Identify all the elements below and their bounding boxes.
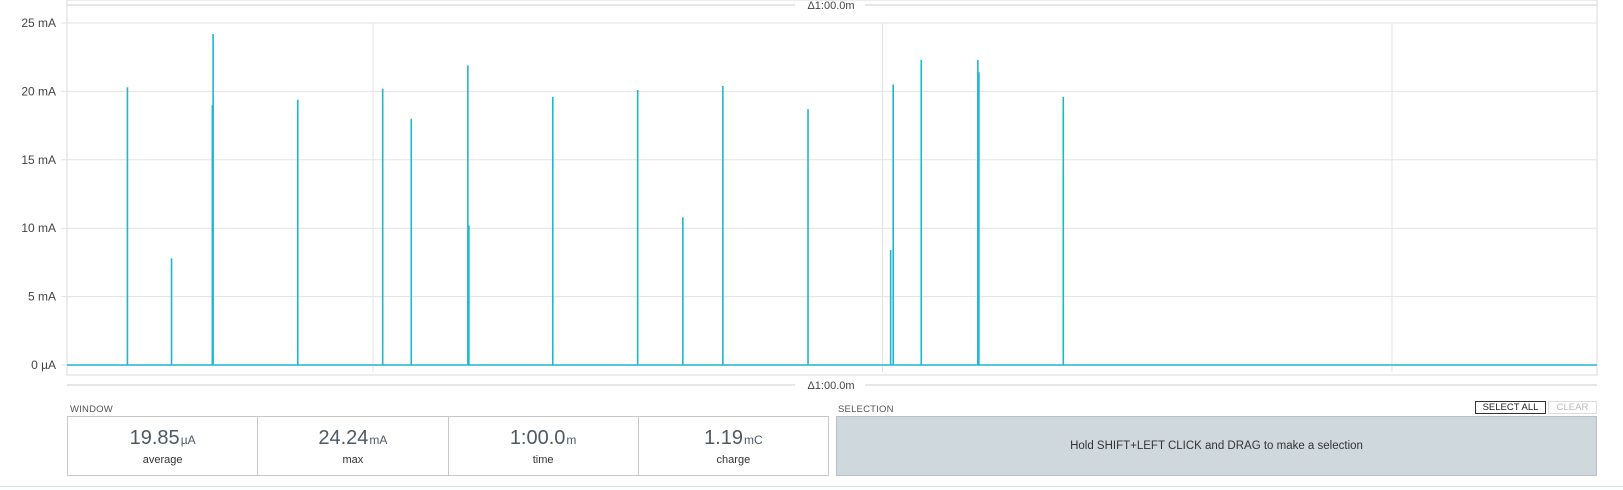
stat-max-label: max	[342, 453, 364, 466]
stat-average-unit: µA	[180, 432, 196, 447]
y-tick-label: 25 mA	[21, 16, 56, 30]
y-axis: 0 µA 5 mA 10 mA 15 mA 20 mA 25 mA	[21, 16, 56, 372]
current-chart[interactable]: 0 µA5 mA10 mA15 mA20 mA25 mA Δ1:00.0mΔ1:…	[0, 0, 1623, 395]
current-trace	[67, 33, 1597, 366]
time-window-bottom-label: Δ1:00.0m	[807, 380, 854, 392]
plot-frame	[66, 0, 1598, 376]
select-all-button[interactable]: SELECT ALL	[1475, 401, 1546, 414]
selection-area[interactable]: Hold SHIFT+LEFT CLICK and DRAG to make a…	[836, 416, 1597, 476]
y-tick-label: 5 mA	[28, 290, 56, 304]
power-profiler-view: 0 µA 5 mA 10 mA 15 mA 20 mA 25 mA Δ1:00.0m Δ1:…	[0, 0, 1623, 490]
time-window-top-label: Δ1:00.0m	[807, 0, 854, 12]
stat-charge-label: charge	[716, 453, 751, 466]
stat-time: 1:00.0 m time	[449, 417, 639, 475]
selection-label: SELECTION	[838, 404, 894, 415]
y-tick-label: 0 µA	[31, 358, 56, 372]
stat-max-unit: mA	[369, 432, 388, 447]
window-label: WINDOW	[70, 404, 113, 415]
stat-charge: 1.19 mC charge	[639, 417, 828, 475]
stat-average-value: 19.85	[129, 426, 180, 449]
bottom-divider	[0, 486, 1623, 487]
stat-max: 24.24 mA max	[258, 417, 449, 475]
stat-average: 19.85 µA average	[68, 417, 259, 475]
time-window-indicators: Δ1:00.0m Δ1:00.0m	[67, 0, 1597, 392]
clear-button[interactable]: CLEAR	[1548, 401, 1597, 414]
stat-time-label: time	[532, 453, 554, 466]
stat-charge-value: 1.19	[704, 426, 743, 449]
stat-charge-unit: mC	[744, 432, 763, 447]
chart-grid	[61, 0, 1598, 376]
selection-hint: Hold SHIFT+LEFT CLICK and DRAG to make a…	[1070, 440, 1363, 452]
stat-time-unit: m	[566, 432, 577, 447]
y-tick-label: 10 mA	[21, 221, 56, 235]
y-tick-label: 20 mA	[21, 84, 56, 98]
window-stats: 19.85 µA average 24.24 mA max 1:00.0 m t…	[67, 416, 829, 476]
stat-time-value: 1:00.0	[509, 426, 566, 449]
y-tick-label: 15 mA	[21, 153, 56, 167]
stat-average-label: average	[142, 453, 183, 466]
stat-max-value: 24.24	[318, 426, 369, 449]
